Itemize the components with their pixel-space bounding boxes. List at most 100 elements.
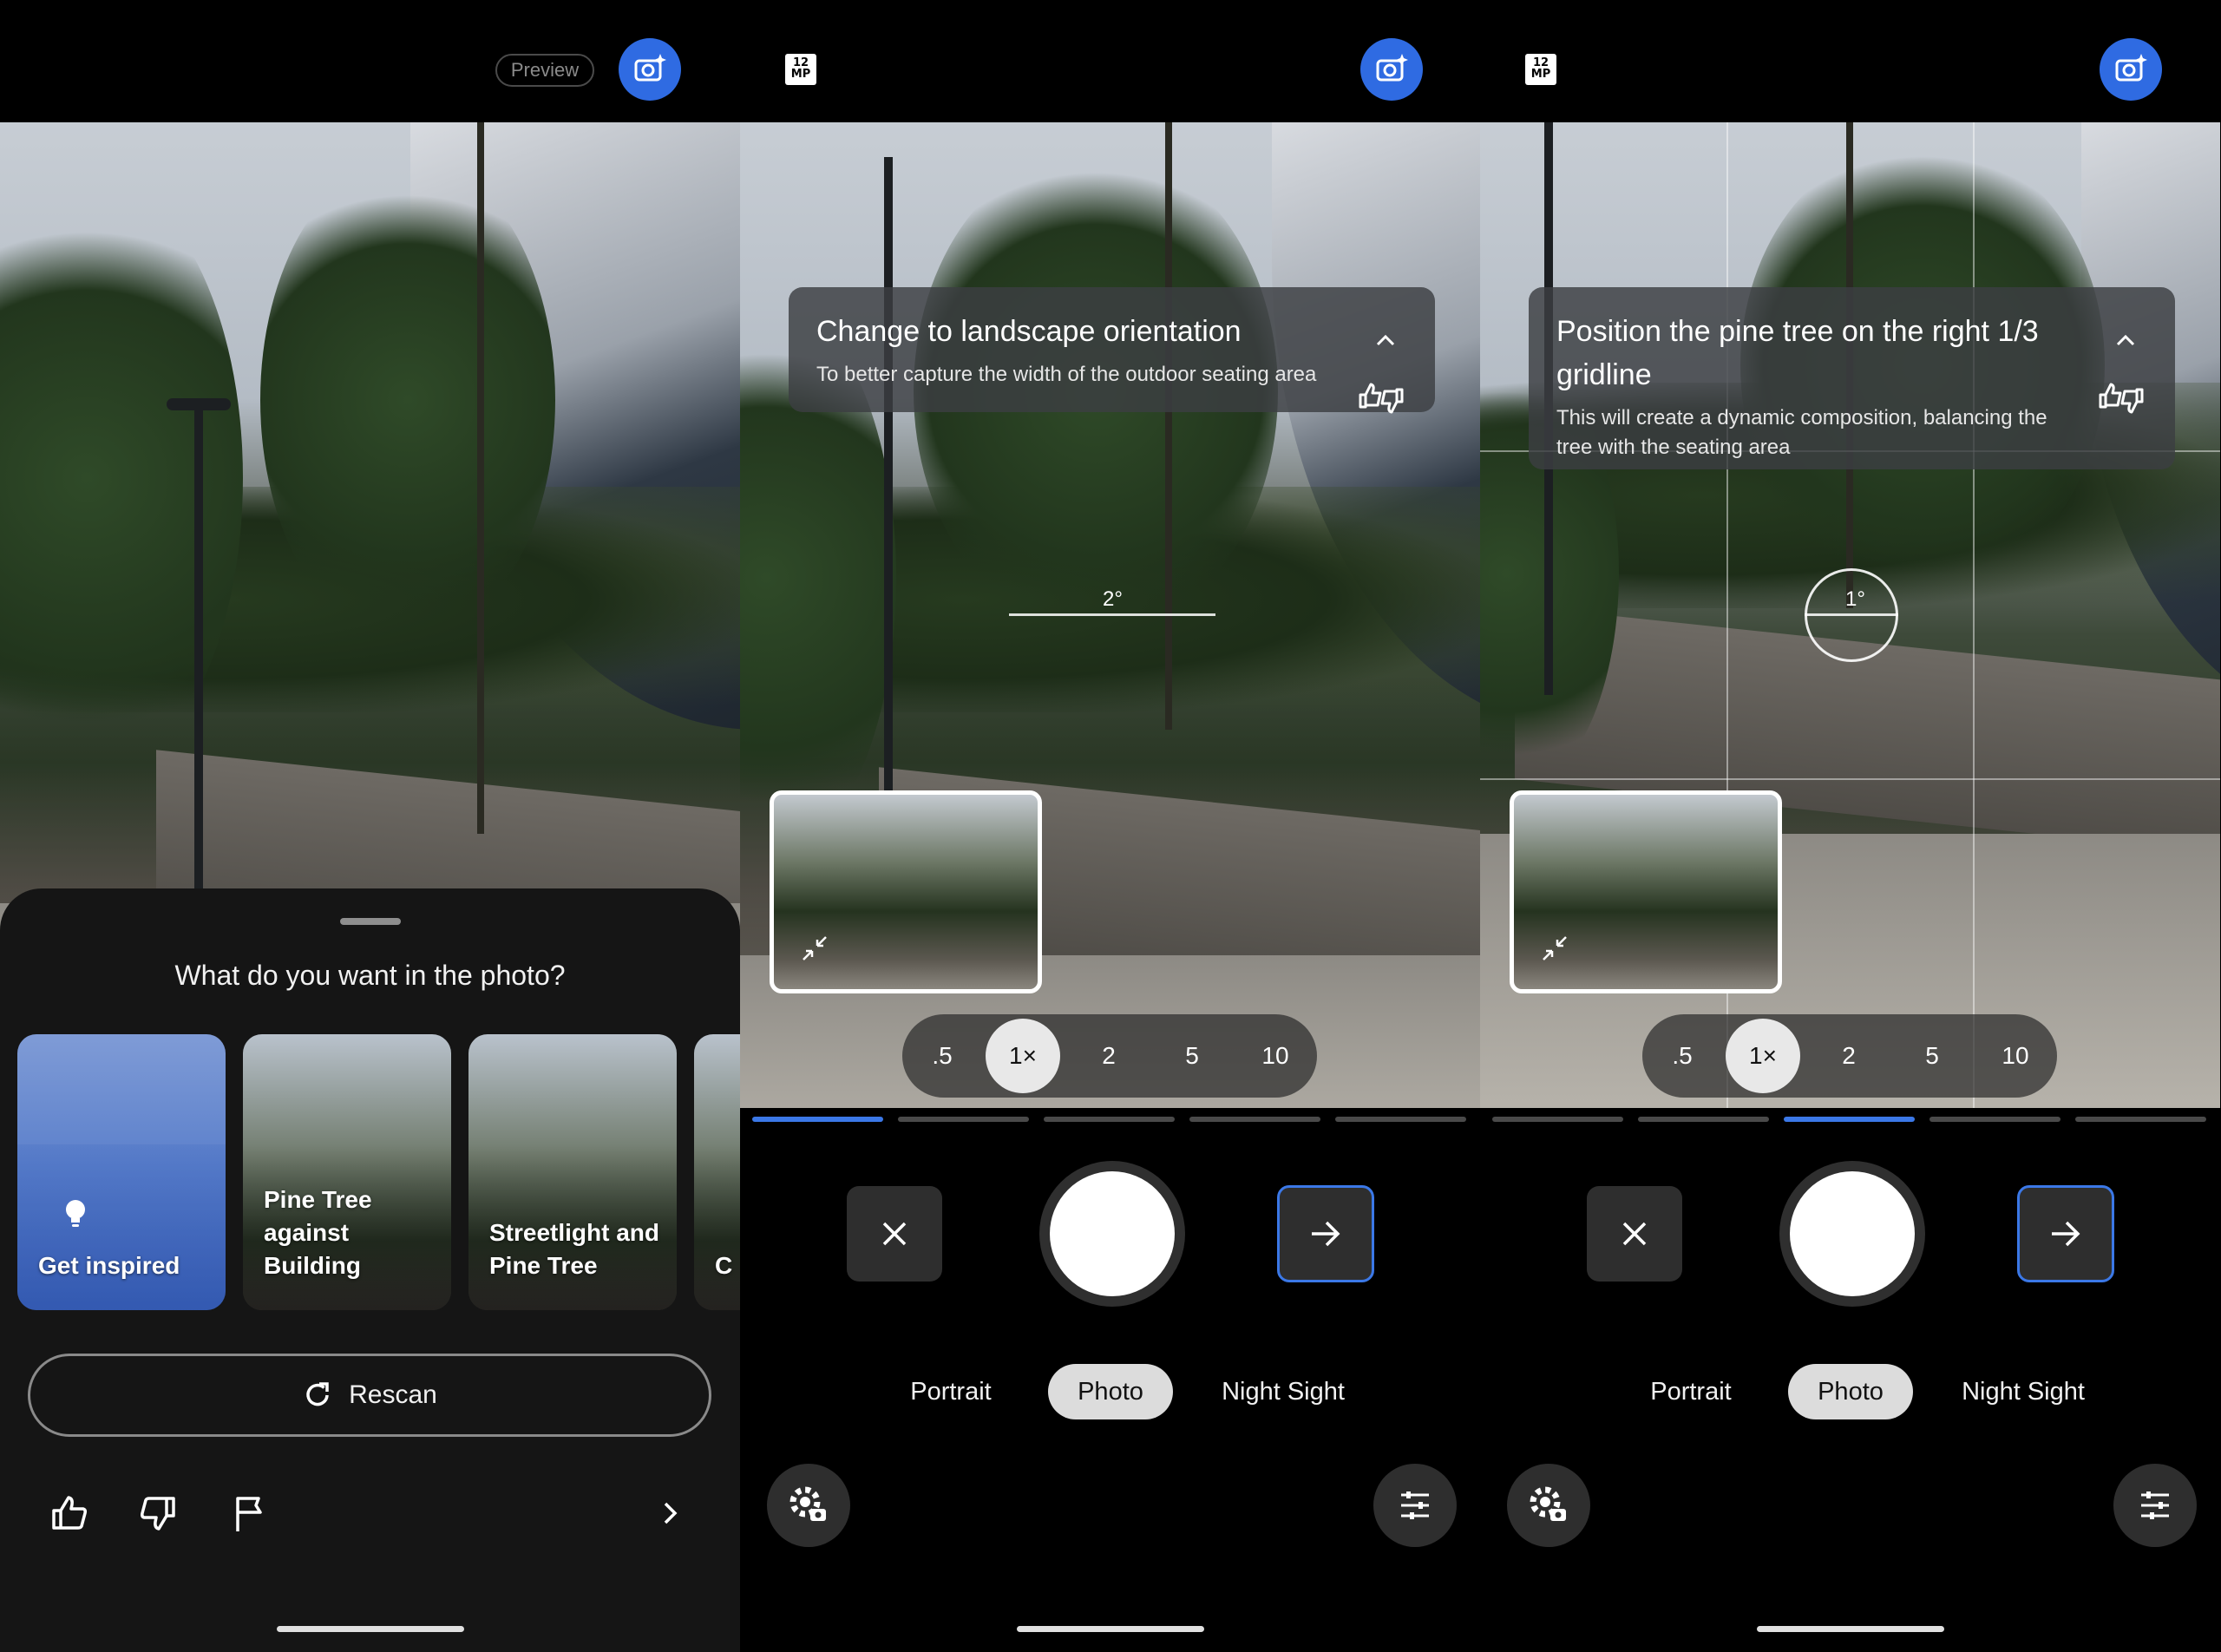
arrow-right-icon xyxy=(1312,1221,1340,1247)
camera-sparkle-icon xyxy=(2115,54,2147,82)
step-4 xyxy=(1929,1117,2060,1122)
lightbulb-icon xyxy=(66,1200,85,1227)
level-angle-label: 2° xyxy=(1103,587,1123,611)
panel-suggestions: Preview What do you want in the photo? G… xyxy=(0,0,740,1652)
sliders-icon xyxy=(2141,1491,2169,1519)
chevron-up-icon[interactable] xyxy=(2114,331,2137,348)
bottom-sheet: What do you want in the photo? Get inspi… xyxy=(0,888,740,1652)
camera-settings-button[interactable] xyxy=(1507,1464,1590,1547)
panel-gridline-tip: 12 MP Position the pine tree on the right… xyxy=(1480,0,2220,1652)
shutter-button[interactable] xyxy=(1779,1161,1925,1307)
collapse-icon[interactable] xyxy=(800,934,829,963)
thumbs-feedback-icon[interactable] xyxy=(1357,374,1405,423)
chevron-right-icon[interactable] xyxy=(649,1492,691,1534)
zoom-0-5[interactable]: .5 xyxy=(1646,1026,1719,1085)
mode-portrait[interactable]: Portrait xyxy=(1635,1364,1747,1419)
ai-camera-coach-button[interactable] xyxy=(1360,38,1423,101)
zoom-0-5[interactable]: .5 xyxy=(906,1026,979,1085)
zoom-10[interactable]: 10 xyxy=(1239,1026,1312,1085)
adjustments-button[interactable] xyxy=(2113,1464,2197,1547)
level-indicator xyxy=(1805,613,1898,616)
collapse-icon[interactable] xyxy=(1540,934,1569,963)
suggestion-card[interactable]: Position the pine tree on the right 1/3 … xyxy=(1529,287,2175,469)
step-1 xyxy=(752,1117,883,1122)
megapixel-badge-icon[interactable]: 12 MP xyxy=(1525,54,1556,85)
camera-sparkle-icon xyxy=(1376,54,1408,82)
mode-night-sight[interactable]: Night Sight xyxy=(1209,1364,1358,1419)
rescan-label: Rescan xyxy=(349,1380,437,1409)
suggestion-title: Change to landscape orientation xyxy=(816,315,1242,348)
next-step-button[interactable] xyxy=(2017,1185,2114,1282)
zoom-1x[interactable]: 1× xyxy=(1726,1019,1800,1093)
megapixel-badge-icon[interactable]: 12 MP xyxy=(785,54,816,85)
close-icon xyxy=(882,1222,907,1246)
mode-portrait[interactable]: Portrait xyxy=(894,1364,1007,1419)
zoom-5[interactable]: 5 xyxy=(1896,1026,1969,1085)
suggestion-card[interactable]: Change to landscape orientation To bette… xyxy=(789,287,1435,414)
zoom-1x[interactable]: 1× xyxy=(986,1019,1060,1093)
suggestion-body: This will create a dynamic composition, … xyxy=(1556,406,2047,459)
step-3 xyxy=(1784,1117,1915,1122)
card-label: C xyxy=(715,1252,733,1279)
sheet-title: What do you want in the photo? xyxy=(174,960,566,991)
home-indicator[interactable] xyxy=(1017,1626,1204,1632)
card-streetlight-pine-tree[interactable]: Streetlight and Pine Tree xyxy=(468,1034,677,1310)
camera-sparkle-icon xyxy=(634,54,666,82)
gear-camera-icon xyxy=(789,1486,826,1521)
suggestion-body: To better capture the width of the outdo… xyxy=(816,363,1317,386)
flag-icon[interactable] xyxy=(229,1492,271,1534)
refresh-icon xyxy=(306,1382,329,1406)
arrow-right-icon xyxy=(2052,1221,2080,1247)
zoom-2[interactable]: 2 xyxy=(1812,1026,1885,1085)
viewfinder[interactable]: Position the pine tree on the right 1/3 … xyxy=(1480,122,2220,1108)
step-progress xyxy=(752,1117,1468,1122)
camera-settings-button[interactable] xyxy=(767,1464,850,1547)
card-partial[interactable]: C xyxy=(694,1034,740,1310)
step-2 xyxy=(1638,1117,1769,1122)
step-progress xyxy=(1492,1117,2208,1122)
adjustments-button[interactable] xyxy=(1373,1464,1457,1547)
level-angle-label: 1° xyxy=(1845,587,1865,611)
zoom-2[interactable]: 2 xyxy=(1072,1026,1145,1085)
preview-thumbnail[interactable] xyxy=(1510,790,1782,993)
card-get-inspired[interactable]: Get inspired xyxy=(17,1034,226,1310)
thumbs-down-icon[interactable] xyxy=(137,1492,179,1534)
home-indicator[interactable] xyxy=(277,1626,464,1632)
shutter-button[interactable] xyxy=(1039,1161,1185,1307)
gridline-vertical-right xyxy=(1973,122,1975,1108)
close-button[interactable] xyxy=(847,1186,942,1282)
mode-photo[interactable]: Photo xyxy=(1788,1364,1913,1419)
mode-night-sight[interactable]: Night Sight xyxy=(1949,1364,2098,1419)
sliders-icon xyxy=(1401,1491,1429,1519)
suggestion-cards[interactable]: Get inspired Pine Tree against Building … xyxy=(17,1034,740,1312)
gridline-horizontal-bottom xyxy=(1480,778,2220,780)
thumbs-up-icon[interactable] xyxy=(49,1492,90,1534)
home-indicator[interactable] xyxy=(1757,1626,1944,1632)
top-bar: 12 MP xyxy=(740,0,1480,122)
top-bar: 12 MP xyxy=(1480,0,2220,122)
card-label: Streetlight and Pine Tree xyxy=(489,1219,660,1279)
chevron-up-icon[interactable] xyxy=(1374,331,1397,348)
next-step-button[interactable] xyxy=(1277,1185,1374,1282)
close-button[interactable] xyxy=(1587,1186,1682,1282)
step-5 xyxy=(1335,1117,1466,1122)
preview-thumbnail[interactable] xyxy=(770,790,1042,993)
thumbs-feedback-icon[interactable] xyxy=(2097,374,2146,423)
preview-chip: Preview xyxy=(495,54,594,87)
step-4 xyxy=(1189,1117,1320,1122)
card-label: Pine Tree against Building xyxy=(264,1186,372,1279)
card-pine-tree-building[interactable]: Pine Tree against Building xyxy=(243,1034,451,1310)
viewfinder[interactable]: Change to landscape orientation To bette… xyxy=(740,122,1480,1108)
zoom-10[interactable]: 10 xyxy=(1979,1026,2052,1085)
mode-photo[interactable]: Photo xyxy=(1048,1364,1173,1419)
zoom-5[interactable]: 5 xyxy=(1156,1026,1228,1085)
gear-camera-icon xyxy=(1530,1486,1566,1521)
zoom-selector: .5 1× 2 5 10 xyxy=(902,1014,1317,1098)
mode-switcher: Portrait Photo Night Sight xyxy=(1480,1364,2220,1419)
rescan-button[interactable]: Rescan xyxy=(28,1354,711,1437)
ai-camera-coach-button[interactable] xyxy=(619,38,681,101)
sheet-drag-handle[interactable] xyxy=(340,918,401,925)
card-label: Get inspired xyxy=(38,1252,180,1279)
ai-camera-coach-button[interactable] xyxy=(2100,38,2162,101)
step-5 xyxy=(2075,1117,2206,1122)
